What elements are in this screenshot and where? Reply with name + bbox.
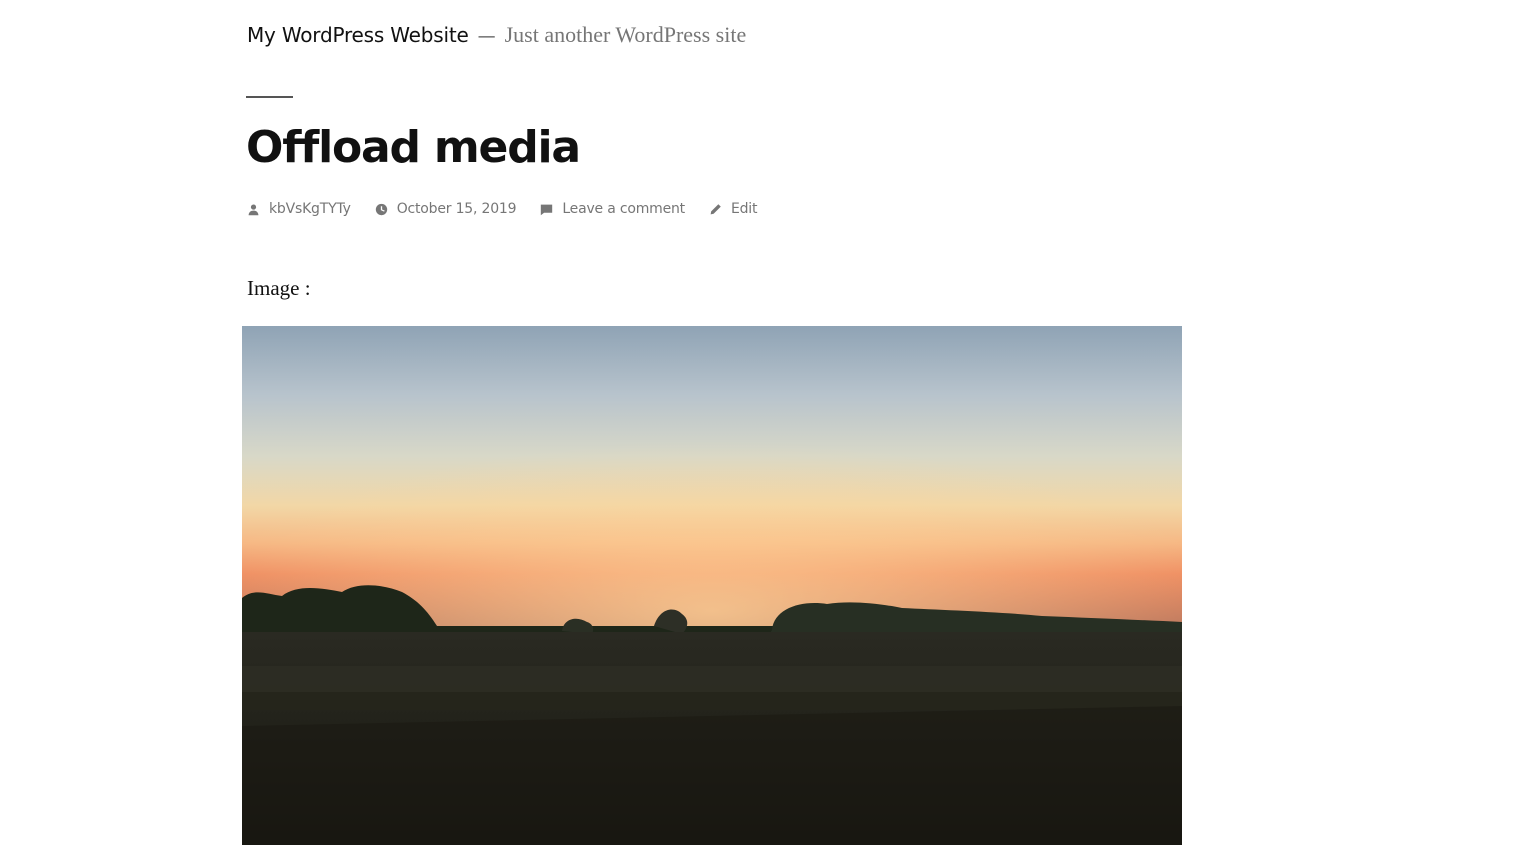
- meta-date: October 15, 2019: [375, 201, 517, 217]
- title-divider: [246, 96, 293, 98]
- comment-icon: [540, 203, 553, 216]
- leave-comment-link[interactable]: Leave a comment: [562, 201, 685, 217]
- post-meta: kbVsKgTYTy October 15, 2019 Leave a comm…: [247, 199, 781, 219]
- person-icon: [247, 203, 260, 216]
- meta-edit: Edit: [709, 201, 757, 217]
- post-image: [242, 326, 1182, 845]
- site-title-link[interactable]: My WordPress Website: [247, 23, 469, 47]
- author-link[interactable]: kbVsKgTYTy: [269, 201, 351, 217]
- site-description: Just another WordPress site: [504, 22, 747, 47]
- meta-author: kbVsKgTYTy: [247, 201, 351, 217]
- edit-post-link[interactable]: Edit: [731, 201, 758, 217]
- site-header: My WordPress Website — Just another Word…: [247, 22, 746, 48]
- post-title: Offload media: [246, 122, 581, 173]
- pencil-icon: [709, 203, 722, 216]
- clock-icon: [375, 203, 388, 216]
- post-text: Image :: [247, 276, 311, 300]
- date-link[interactable]: October 15, 2019: [397, 201, 517, 217]
- site-title-separator: —: [477, 26, 496, 47]
- meta-comments: Leave a comment: [540, 201, 685, 217]
